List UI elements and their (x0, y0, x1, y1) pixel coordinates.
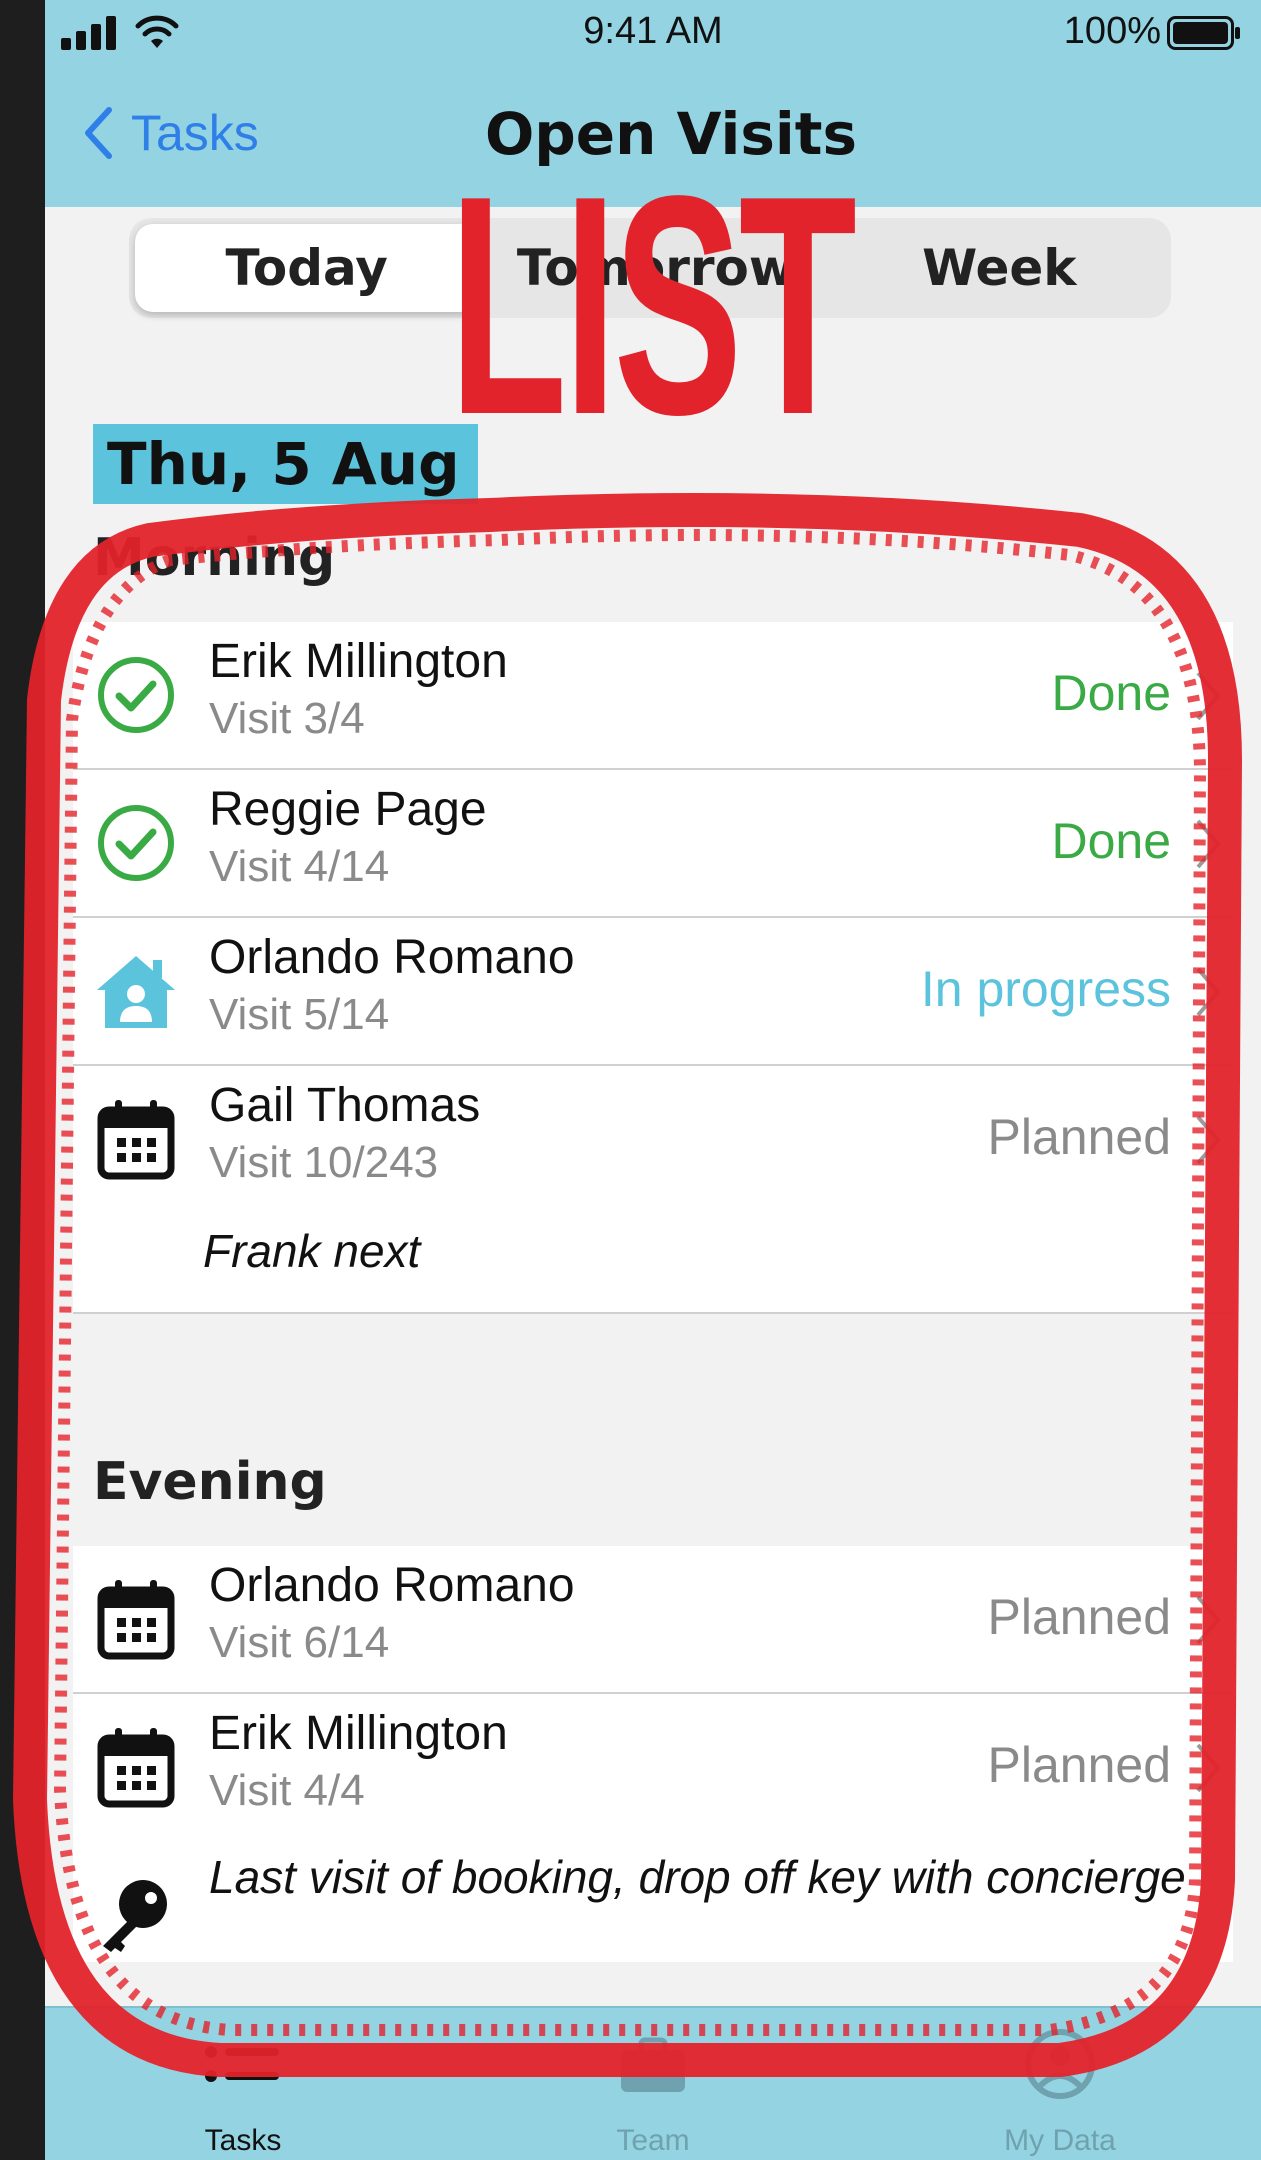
visit-count: Visit 4/14 (209, 842, 390, 891)
status-label: Done (1051, 813, 1171, 869)
client-name: Orlando Romano (209, 931, 575, 984)
status-bar: 9:41 AM 100% (45, 0, 1261, 66)
status-label: Planned (987, 1737, 1172, 1793)
chevron-right-icon (1196, 671, 1221, 721)
tab-team[interactable]: Team (553, 2008, 753, 2160)
status-label: Planned (987, 1109, 1172, 1165)
home-person-icon (97, 956, 175, 1028)
date-header: Thu, 5 Aug (93, 424, 478, 504)
annotation-word: LIST (449, 132, 857, 480)
tab-tasks[interactable]: Tasks (143, 2008, 343, 2160)
visit-row[interactable]: Orlando Romano Visit 5/14 In progress (73, 918, 1233, 1066)
client-name: Erik Millington (209, 1707, 508, 1760)
segment-week[interactable]: Week (828, 218, 1171, 318)
chevron-right-icon (1196, 967, 1221, 1017)
tab-label: Tasks (204, 2124, 282, 2157)
check-circle-icon (98, 805, 174, 881)
chevron-right-icon (1196, 1743, 1221, 1793)
tab-bar: Tasks Team My Data (45, 2006, 1261, 2160)
segment-today[interactable]: Today (135, 224, 479, 312)
visit-count: Visit 10/243 (209, 1138, 439, 1187)
tab-my-data[interactable]: My Data (960, 2008, 1160, 2160)
status-label: In progress (920, 961, 1171, 1017)
visit-row[interactable]: Erik Millington Visit 3/4 Done (73, 622, 1233, 770)
battery-percent: 100% (1063, 10, 1161, 52)
morning-visit-list: Erik Millington Visit 3/4 Done Reggie Pa… (73, 622, 1233, 1314)
client-name: Orlando Romano (209, 1559, 575, 1612)
check-circle-icon (98, 657, 174, 733)
visit-note: Frank next (203, 1225, 421, 1277)
visit-count: Visit 3/4 (209, 694, 365, 743)
client-name: Erik Millington (209, 635, 508, 688)
section-label-morning: Morning (93, 528, 336, 588)
key-icon (103, 1880, 167, 1952)
briefcase-icon (621, 2037, 685, 2092)
visit-row[interactable]: Orlando Romano Visit 6/14 Planned (73, 1546, 1233, 1694)
calendar-icon (97, 1580, 175, 1660)
calendar-icon (97, 1100, 175, 1180)
client-name: Gail Thomas (209, 1079, 481, 1132)
visit-count: Visit 5/14 (209, 990, 390, 1039)
user-circle-icon (1025, 2029, 1095, 2099)
chevron-right-icon (1196, 1115, 1221, 1165)
status-label: Planned (987, 1589, 1172, 1645)
section-label-evening: Evening (93, 1452, 327, 1512)
visit-row[interactable]: Erik Millington Visit 4/4 Planned Last v… (73, 1694, 1233, 1962)
tab-label: Team (616, 2124, 690, 2157)
list-icon (205, 2046, 279, 2082)
chevron-right-icon (1196, 1595, 1221, 1645)
visit-row[interactable]: Reggie Page Visit 4/14 Done (73, 770, 1233, 918)
evening-visit-list: Orlando Romano Visit 6/14 Planned Erik M… (73, 1546, 1233, 1962)
battery-icon (1167, 16, 1240, 50)
visit-note: Last visit of booking, drop off key with… (209, 1851, 1186, 1903)
visit-count: Visit 6/14 (209, 1618, 390, 1667)
status-label: Done (1051, 665, 1171, 721)
visit-row[interactable]: Gail Thomas Visit 10/243 Planned Frank n… (73, 1066, 1233, 1314)
calendar-icon (97, 1728, 175, 1808)
tab-label: My Data (1004, 2124, 1116, 2157)
visit-count: Visit 4/4 (209, 1766, 365, 1815)
chevron-right-icon (1196, 819, 1221, 869)
client-name: Reggie Page (209, 783, 487, 836)
